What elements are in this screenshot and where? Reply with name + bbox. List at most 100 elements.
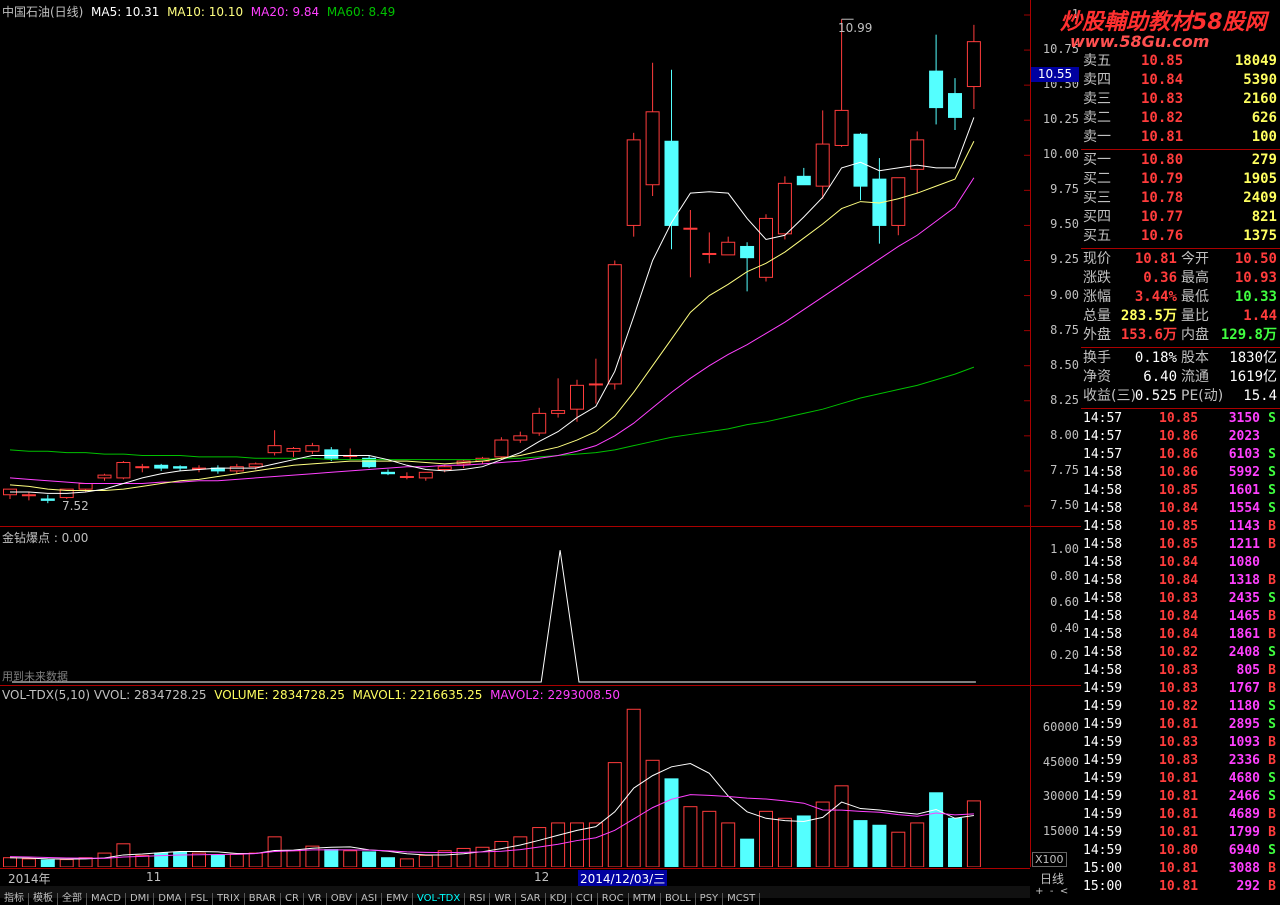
stat-label: 股本 [1181,350,1209,366]
stat-label: 涨跌 [1083,270,1111,286]
tab-emv[interactable]: EMV [382,893,413,905]
main-title-bar: 中国石油(日线) MA5: 10.31 MA10: 10.10 MA20: 9.… [2,3,395,20]
tab-controls[interactable]: + - < [1032,886,1080,898]
tab-trix[interactable]: TRIX [213,893,245,905]
trade-tick-row[interactable]: 14:58 10.86 5992 S [1081,464,1280,482]
indicator-tick-label: 1.00 [1050,542,1079,557]
period-label[interactable]: 日线 [1040,870,1064,887]
tab-全部[interactable]: 全部 [58,893,87,905]
trade-tick-row[interactable]: 14:59 10.81 1799 B [1081,824,1280,842]
buy-level[interactable]: 买五 10.76 1375 [1081,227,1280,246]
volume-chart[interactable] [0,686,1030,867]
candle-body [229,466,244,472]
candle-body [154,464,169,469]
tab-wr[interactable]: WR [490,893,517,905]
trade-tick-row[interactable]: 14:58 10.83 805 B [1081,662,1280,680]
trade-tick-row[interactable]: 14:59 10.80 6940 S [1081,842,1280,860]
trade-tick-row[interactable]: 15:00 10.81 3088 B [1081,860,1280,878]
tab-dma[interactable]: DMA [154,893,187,905]
sell-level[interactable]: 卖四 10.84 5390 [1081,71,1280,90]
tab-vol-tdx[interactable]: VOL-TDX [413,893,466,905]
trade-tick-row[interactable]: 14:59 10.83 2336 B [1081,752,1280,770]
tab-sar[interactable]: SAR [516,893,546,905]
current-price-tag: 10.55 [1031,67,1079,82]
sell-level[interactable]: 卖一 10.81 100 [1081,128,1280,147]
trade-tick-row[interactable]: 14:59 10.83 1767 B [1081,680,1280,698]
trade-tick-row[interactable]: 14:58 10.84 1861 B [1081,626,1280,644]
trade-tick-row[interactable]: 14:58 10.84 1554 S [1081,500,1280,518]
tick-price: 10.84 [1159,555,1199,570]
tab-psy[interactable]: PSY [696,893,724,905]
tab-指标[interactable]: 指标 [0,893,29,905]
trade-tick-row[interactable]: 15:00 10.81 292 B [1081,878,1280,896]
tab-mtm[interactable]: MTM [629,893,661,905]
buy-level[interactable]: 买四 10.77 821 [1081,208,1280,227]
buy-level[interactable]: 买一 10.80 279 [1081,151,1280,170]
tab-cr[interactable]: CR [281,893,304,905]
tab-boll[interactable]: BOLL [661,893,696,905]
tab-rsi[interactable]: RSI [465,893,491,905]
sell-level[interactable]: 卖二 10.82 626 [1081,109,1280,128]
volume-title-prefix: VOL-TDX(5,10) VVOL: 2834728.25 [2,688,207,702]
tick-direction: B [1268,537,1276,552]
tick-volume: 292 [1236,879,1260,894]
book-label: 卖四 [1083,72,1111,88]
indicator-panel[interactable]: 金钻爆点 : 0.00 用到未来数据 [0,527,1030,686]
tab-roc[interactable]: ROC [598,893,629,905]
trade-tick-row[interactable]: 14:59 10.83 1093 B [1081,734,1280,752]
candlestick-chart[interactable] [0,0,1030,526]
tab-fsl[interactable]: FSL [186,893,213,905]
trade-tick-row[interactable]: 14:58 10.84 1465 B [1081,608,1280,626]
volume-panel[interactable]: VOL-TDX(5,10) VVOL: 2834728.25 VOLUME: 2… [0,686,1030,867]
tab-cci[interactable]: CCI [572,893,598,905]
indicator-chart[interactable] [0,527,1030,685]
trade-tick-row[interactable]: 14:58 10.82 2408 S [1081,644,1280,662]
trade-tick-row[interactable]: 14:59 10.81 4689 B [1081,806,1280,824]
trade-tick-row[interactable]: 14:57 10.86 2023 [1081,428,1280,446]
candle-body [381,471,395,475]
trade-tick-row[interactable]: 14:58 10.83 2435 S [1081,590,1280,608]
volume-bar [966,800,981,867]
trade-tick-row[interactable]: 14:58 10.84 1318 B [1081,572,1280,590]
price-panel[interactable]: 中国石油(日线) MA5: 10.31 MA10: 10.10 MA20: 9.… [0,0,1030,527]
trade-tick-row[interactable]: 14:59 10.82 1180 S [1081,698,1280,716]
tab-kdj[interactable]: KDJ [546,893,572,905]
tick-volume: 2895 [1228,717,1260,732]
tab-brar[interactable]: BRAR [245,893,281,905]
sell-level[interactable]: 卖三 10.83 2160 [1081,90,1280,109]
tab-obv[interactable]: OBV [327,893,357,905]
tab-dmi[interactable]: DMI [126,893,155,905]
tab-vr[interactable]: VR [304,893,327,905]
tab-asi[interactable]: ASI [357,893,383,905]
trade-tick-row[interactable]: 14:58 10.85 1601 S [1081,482,1280,500]
mavol1-value: MAVOL1: 2216635.25 [352,688,483,702]
trade-tick-row[interactable]: 14:58 10.84 1080 [1081,554,1280,572]
candle-body [588,383,603,386]
sell-level[interactable]: 卖五 10.85 18049 [1081,52,1280,71]
tick-time: 14:58 [1083,465,1123,480]
tab-macd[interactable]: MACD [87,893,126,905]
trade-tick-row[interactable]: 14:58 10.85 1143 B [1081,518,1280,536]
trade-tick-row[interactable]: 14:59 10.81 4680 S [1081,770,1280,788]
volume-bar [588,822,603,867]
candle-body [796,175,811,186]
trade-tick-row[interactable]: 14:57 10.85 3150 S [1081,410,1280,428]
cursor-date: 2014/12/03/三 [578,870,668,887]
price-tick-label: 7.50 [1050,497,1079,512]
trade-tick-row[interactable]: 14:57 10.86 6103 S [1081,446,1280,464]
tick-volume: 1143 [1228,519,1260,534]
trade-tick-row[interactable]: 14:59 10.81 2895 S [1081,716,1280,734]
tick-direction: B [1268,627,1276,642]
buy-level[interactable]: 买三 10.78 2409 [1081,189,1280,208]
buy-level[interactable]: 买二 10.79 1905 [1081,170,1280,189]
tick-time: 14:57 [1083,411,1123,426]
tab-模板[interactable]: 模板 [29,893,58,905]
volume-bar [853,820,868,867]
tab-mcst[interactable]: MCST [723,893,761,905]
book-label: 买五 [1083,228,1111,244]
tick-direction: B [1268,735,1276,750]
trade-tick-row[interactable]: 14:58 10.85 1211 B [1081,536,1280,554]
volume-bar [399,858,414,867]
book-price: 10.81 [1141,129,1184,145]
trade-tick-row[interactable]: 14:59 10.81 2466 S [1081,788,1280,806]
